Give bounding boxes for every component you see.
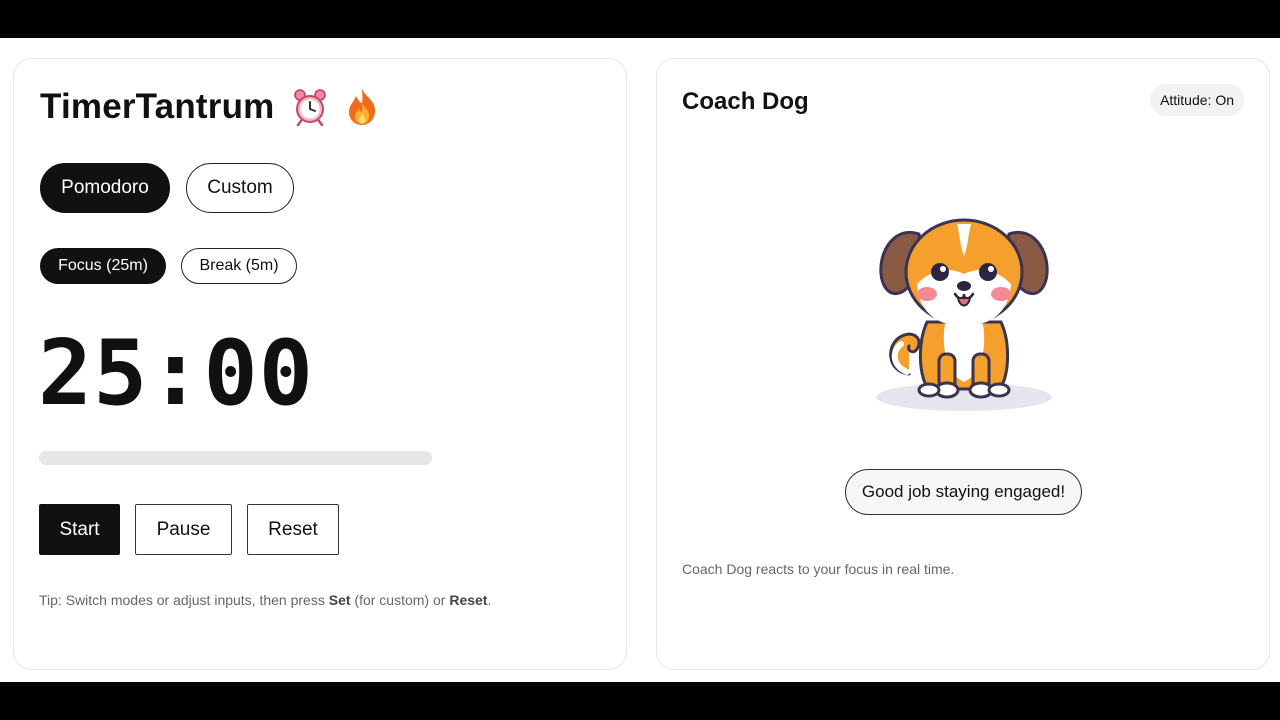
tip-prefix: Tip: Switch modes or adjust inputs, then…: [39, 592, 329, 608]
coach-dog-illustration: [857, 204, 1072, 419]
coach-caption: Coach Dog reacts to your focus in real t…: [682, 561, 955, 577]
app-title-text: TimerTantrum: [40, 87, 275, 126]
timer-controls: Start Pause Reset: [39, 504, 339, 555]
coach-title: Coach Dog: [682, 88, 809, 115]
mode-selector: Pomodoro Custom: [40, 163, 294, 213]
app-title: TimerTantrum: [40, 87, 378, 127]
tip-middle: (for custom) or: [350, 592, 450, 608]
reset-button[interactable]: Reset: [247, 504, 339, 555]
fire-icon: [346, 88, 378, 126]
attitude-badge[interactable]: Attitude: On: [1150, 84, 1244, 116]
mode-pomodoro-button[interactable]: Pomodoro: [40, 163, 170, 213]
tip-set-keyword: Set: [328, 592, 351, 608]
phase-break-button[interactable]: Break (5m): [181, 248, 297, 284]
phase-focus-button[interactable]: Focus (25m): [40, 248, 166, 284]
mode-custom-button[interactable]: Custom: [186, 163, 294, 213]
alarm-clock-icon: [292, 88, 328, 126]
timer-card: TimerTantrum Pomodoro Custom Focus (25m)…: [13, 58, 627, 670]
timer-display: 25:00: [38, 321, 314, 426]
pause-button[interactable]: Pause: [135, 504, 232, 555]
coach-card: Coach Dog Attitude: On Good job staying …: [656, 58, 1270, 670]
timer-progress-bar: [39, 451, 432, 465]
tip-suffix: .: [487, 592, 492, 608]
tip-text: Tip: Switch modes or adjust inputs, then…: [39, 592, 491, 608]
start-button[interactable]: Start: [39, 504, 120, 555]
tip-reset-keyword: Reset: [449, 592, 488, 608]
coach-speech-bubble: Good job staying engaged!: [845, 469, 1082, 515]
app-stage: TimerTantrum Pomodoro Custom Focus (25m)…: [0, 38, 1280, 682]
phase-selector: Focus (25m) Break (5m): [40, 248, 297, 284]
